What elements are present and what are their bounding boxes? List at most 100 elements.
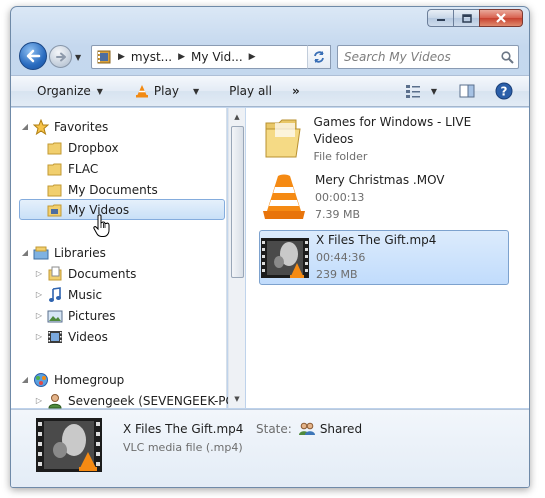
tree-homegroup[interactable]: ◢ Homegroup	[20, 369, 124, 390]
file-item-games-folder[interactable]: Games for Windows - LIVE Videos File fol…	[259, 112, 509, 166]
breadcrumb-user[interactable]: myst...	[131, 50, 172, 64]
file-type: File folder	[313, 149, 368, 163]
file-size: 7.39 MB	[315, 207, 361, 221]
preview-pane-button[interactable]	[459, 76, 475, 106]
back-arrow-icon	[26, 49, 41, 63]
more-commands-label: »	[291, 84, 300, 98]
film-strip-icon	[46, 328, 64, 346]
vlc-icon	[135, 84, 149, 98]
file-duration: 00:44:36	[316, 251, 366, 264]
tree-item-label: FLAC	[68, 161, 99, 176]
details-file-type: VLC media file (.mp4)	[123, 441, 243, 454]
tree-item-label: Dropbox	[68, 140, 119, 155]
scroll-down-arrow[interactable]: ▼	[229, 391, 245, 407]
recent-pages-dropdown[interactable]: ▼	[75, 53, 81, 62]
tree-item-music[interactable]: ▷ Music	[34, 284, 102, 305]
expand-arrow-icon[interactable]: ▷	[34, 332, 44, 341]
change-view-button[interactable]: ▼	[405, 76, 437, 106]
breadcrumb-my-videos[interactable]: My Vid...	[191, 50, 243, 64]
scroll-thumb[interactable]	[231, 126, 244, 278]
nav-scrollbar[interactable]: ▲ ▼	[228, 108, 245, 408]
file-item-mery-christmas[interactable]: Mery Christmas .MOV 00:00:13 7.39 MB	[259, 170, 509, 224]
navigation-pane: ◢ Favorites Dropbox FLAC My Documents My…	[11, 108, 239, 408]
tree-libraries[interactable]: ◢ Libraries	[20, 242, 106, 263]
search-box[interactable]	[337, 45, 519, 69]
maximize-button[interactable]	[453, 9, 479, 27]
tree-item-videos[interactable]: ▷ Videos	[34, 326, 108, 347]
hand-cursor-icon	[93, 214, 111, 241]
tree-item-pictures[interactable]: ▷ Pictures	[34, 305, 116, 326]
library-icon	[32, 244, 50, 262]
refresh-icon	[314, 51, 324, 63]
collapse-arrow-icon[interactable]: ◢	[20, 122, 30, 131]
tree-item-label: Sevengeek (SEVENGEEK-PC)	[68, 393, 239, 408]
play-button[interactable]: Play ▼	[135, 76, 199, 106]
star-icon	[32, 118, 50, 136]
file-duration: 00:00:13	[315, 190, 365, 204]
details-file-name: X Files The Gift.mp4	[123, 422, 244, 436]
play-all-button[interactable]: Play all	[229, 76, 272, 106]
minimize-icon	[436, 19, 445, 21]
shared-users-icon	[298, 422, 316, 436]
play-label: Play	[153, 84, 179, 98]
file-size: 239 MB	[316, 268, 358, 281]
collapse-arrow-icon[interactable]: ◢	[20, 248, 30, 257]
address-bar[interactable]: ▶ myst... ▶ My Vid... ▶	[91, 45, 329, 69]
scroll-up-arrow[interactable]: ▲	[229, 109, 245, 125]
more-commands-button[interactable]: »	[292, 76, 300, 106]
help-button[interactable]: ?	[495, 76, 513, 106]
forward-button[interactable]	[49, 45, 72, 68]
expand-arrow-icon[interactable]: ▷	[34, 269, 44, 278]
video-folder-icon	[46, 201, 64, 219]
caption-buttons	[427, 9, 523, 27]
back-button[interactable]	[19, 42, 47, 70]
search-icon[interactable]	[496, 50, 518, 64]
file-item-x-files[interactable]: X Files The Gift.mp4 00:44:36 239 MB	[259, 230, 509, 285]
file-name: Mery Christmas .MOV	[315, 172, 445, 187]
chevron-down-icon: ▼	[96, 86, 103, 96]
expand-arrow-icon[interactable]: ▷	[34, 311, 44, 320]
close-button[interactable]	[479, 9, 523, 27]
tree-item-documents[interactable]: ▷ Documents	[34, 263, 136, 284]
tree-item-sevengeek[interactable]: ▷ Sevengeek (SEVENGEEK-PC)	[34, 390, 239, 411]
breadcrumb-separator[interactable]: ▶	[249, 52, 256, 62]
minimize-button[interactable]	[427, 9, 453, 27]
preview-pane-icon	[459, 84, 475, 98]
svg-text:?: ?	[501, 85, 508, 99]
tree-item-dropbox[interactable]: Dropbox	[46, 137, 119, 158]
search-input[interactable]	[344, 50, 496, 64]
expand-arrow-icon[interactable]: ▷	[34, 396, 44, 405]
vlc-icon	[259, 173, 309, 221]
view-details-icon	[405, 85, 420, 98]
play-all-label: Play all	[229, 84, 272, 98]
tree-item-flac[interactable]: FLAC	[46, 158, 98, 179]
help-icon: ?	[495, 82, 513, 100]
tree-item-label: Music	[68, 287, 103, 302]
tree-item-my-videos[interactable]: My Videos	[19, 199, 225, 220]
user-icon	[46, 392, 64, 410]
tree-item-my-documents[interactable]: My Documents	[46, 179, 158, 200]
details-pane: X Files The Gift.mp4 VLC media file (.mp…	[11, 409, 529, 487]
breadcrumb-separator[interactable]: ▶	[178, 52, 185, 62]
details-state: State: Shared	[256, 422, 362, 436]
breadcrumb-separator[interactable]: ▶	[118, 52, 125, 62]
organize-button[interactable]: Organize ▼	[37, 76, 103, 106]
tree-favorites[interactable]: ◢ Favorites	[20, 116, 108, 137]
expand-arrow-icon[interactable]: ▷	[34, 290, 44, 299]
homegroup-icon	[32, 371, 50, 389]
favorites-label: Favorites	[54, 119, 109, 134]
collapse-arrow-icon[interactable]: ◢	[20, 375, 30, 384]
documents-library-icon	[46, 265, 64, 283]
explorer-window: ▼ ▶ myst... ▶ My Vid... ▶ Organize ▼	[10, 6, 530, 488]
organize-label: Organize	[37, 84, 91, 98]
tree-item-label: Pictures	[68, 308, 116, 323]
music-note-icon	[46, 286, 64, 304]
video-thumbnail	[36, 418, 102, 472]
refresh-button[interactable]	[307, 45, 331, 69]
folder-icon	[46, 160, 64, 178]
state-value: Shared	[319, 422, 363, 436]
file-name: Games for Windows - LIVE Videos	[313, 114, 472, 146]
file-name: X Files The Gift.mp4	[316, 233, 437, 247]
libraries-label: Libraries	[54, 245, 106, 260]
chevron-down-icon: ▼	[430, 86, 437, 96]
